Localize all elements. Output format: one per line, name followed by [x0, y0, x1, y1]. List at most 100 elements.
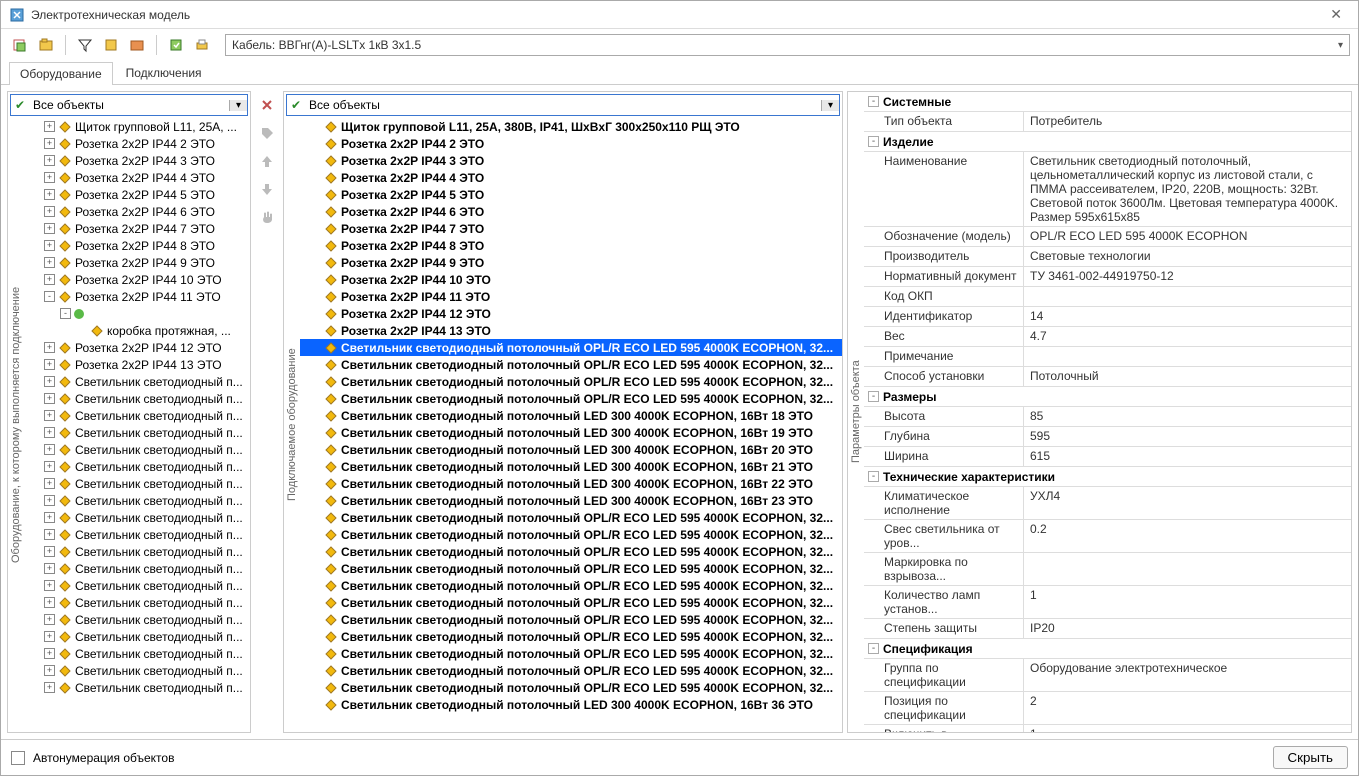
tree-row[interactable]: +Розетка 2x2P IP44 12 ЭТО	[24, 339, 250, 356]
prop-row[interactable]: Климатическое исполнениеУХЛ4	[864, 487, 1351, 520]
prop-value[interactable]: OPL/R ECO LED 595 4000K ECOPHON	[1024, 227, 1351, 246]
prop-value[interactable]: 4.7	[1024, 327, 1351, 346]
prop-value[interactable]: Светильник светодиодный потолочный, цель…	[1024, 152, 1351, 226]
tree-row[interactable]: +Розетка 2x2P IP44 3 ЭТО	[24, 152, 250, 169]
prop-row[interactable]: Позиция по спецификации2	[864, 692, 1351, 725]
left-tree[interactable]: +Щиток групповой L11, 25A, ...+Розетка 2…	[24, 118, 250, 732]
tab-equipment[interactable]: Оборудование	[9, 62, 113, 85]
expander-icon[interactable]: +	[44, 461, 55, 472]
prop-row[interactable]: Тип объектаПотребитель	[864, 112, 1351, 132]
cable-combo[interactable]: Кабель: ВВГнг(А)-LSLTx 1кВ 3x1.5 ▾	[225, 34, 1350, 56]
prop-row[interactable]: Обозначение (модель)OPL/R ECO LED 595 40…	[864, 227, 1351, 247]
prop-row[interactable]: Способ установкиПотолочный	[864, 367, 1351, 387]
tree-row[interactable]: +Светильник светодиодный п...	[24, 679, 250, 696]
tree-row[interactable]: +Розетка 2x2P IP44 9 ЭТО	[24, 254, 250, 271]
tree-row[interactable]: Светильник светодиодный потолочный OPL/R…	[300, 611, 842, 628]
tree-row[interactable]: +Розетка 2x2P IP44 4 ЭТО	[24, 169, 250, 186]
prop-value[interactable]: 615	[1024, 447, 1351, 466]
tree-row[interactable]: Розетка 2x2P IP44 12 ЭТО	[300, 305, 842, 322]
collapse-icon[interactable]: -	[868, 96, 879, 107]
tree-row[interactable]: коробка протяжная, ...	[24, 322, 250, 339]
prop-value[interactable]: УХЛ4	[1024, 487, 1351, 519]
expander-icon[interactable]: +	[44, 257, 55, 268]
tree-row[interactable]: Светильник светодиодный потолочный LED 3…	[300, 492, 842, 509]
expander-icon[interactable]: +	[44, 427, 55, 438]
tree-row[interactable]: Светильник светодиодный потолочный LED 3…	[300, 475, 842, 492]
tb-btn-3[interactable]	[100, 34, 122, 56]
expander-icon[interactable]: +	[44, 546, 55, 557]
tree-row[interactable]: +Розетка 2x2P IP44 2 ЭТО	[24, 135, 250, 152]
prop-row[interactable]: Нормативный документТУ 3461-002-44919750…	[864, 267, 1351, 287]
left-filter-combo[interactable]: ✔ Все объекты ▾	[10, 94, 248, 116]
prop-row[interactable]: Высота85	[864, 407, 1351, 427]
expander-icon[interactable]: +	[44, 682, 55, 693]
tree-row[interactable]: Светильник светодиодный потолочный OPL/R…	[300, 662, 842, 679]
expander-icon[interactable]: +	[44, 359, 55, 370]
tree-row[interactable]: +Светильник светодиодный п...	[24, 560, 250, 577]
collapse-icon[interactable]: -	[868, 391, 879, 402]
tree-row[interactable]: +Светильник светодиодный п...	[24, 441, 250, 458]
prop-value[interactable]: 1	[1024, 586, 1351, 618]
tree-row[interactable]: +Светильник светодиодный п...	[24, 662, 250, 679]
prop-value[interactable]: ТУ 3461-002-44919750-12	[1024, 267, 1351, 286]
tb-btn-1[interactable]	[9, 34, 31, 56]
tree-row[interactable]: +Светильник светодиодный п...	[24, 594, 250, 611]
tree-row[interactable]: +Розетка 2x2P IP44 5 ЭТО	[24, 186, 250, 203]
tree-row[interactable]: Светильник светодиодный потолочный LED 3…	[300, 424, 842, 441]
tree-row[interactable]: Розетка 2x2P IP44 6 ЭТО	[300, 203, 842, 220]
prop-row[interactable]: Включить в спецификацию1	[864, 725, 1351, 732]
expander-icon[interactable]: +	[44, 172, 55, 183]
arrow-down-icon[interactable]	[257, 179, 277, 199]
prop-row[interactable]: Количество ламп установ...1	[864, 586, 1351, 619]
tree-row[interactable]: Розетка 2x2P IP44 9 ЭТО	[300, 254, 842, 271]
tree-row[interactable]: +Розетка 2x2P IP44 7 ЭТО	[24, 220, 250, 237]
expander-icon[interactable]: +	[44, 240, 55, 251]
tree-row[interactable]: Розетка 2x2P IP44 11 ЭТО	[300, 288, 842, 305]
expander-icon[interactable]: +	[44, 121, 55, 132]
tb-btn-filter[interactable]	[74, 34, 96, 56]
hide-button[interactable]: Скрыть	[1273, 746, 1349, 769]
tree-row[interactable]: +Светильник светодиодный п...	[24, 407, 250, 424]
prop-row[interactable]: Примечание	[864, 347, 1351, 367]
tree-row[interactable]: +Светильник светодиодный п...	[24, 373, 250, 390]
tree-row[interactable]: Светильник светодиодный потолочный OPL/R…	[300, 645, 842, 662]
tree-row[interactable]: Светильник светодиодный потолочный OPL/R…	[300, 628, 842, 645]
tree-row[interactable]: -	[24, 305, 250, 322]
tree-row[interactable]: Розетка 2x2P IP44 10 ЭТО	[300, 271, 842, 288]
tree-row[interactable]: +Светильник светодиодный п...	[24, 492, 250, 509]
expander-icon[interactable]: +	[44, 597, 55, 608]
collapse-icon[interactable]: -	[868, 471, 879, 482]
prop-row[interactable]: НаименованиеСветильник светодиодный пото…	[864, 152, 1351, 227]
prop-value[interactable]: Световые технологии	[1024, 247, 1351, 266]
tree-row[interactable]: +Светильник светодиодный п...	[24, 475, 250, 492]
tree-row[interactable]: Розетка 2x2P IP44 2 ЭТО	[300, 135, 842, 152]
prop-row[interactable]: Глубина595	[864, 427, 1351, 447]
tree-row[interactable]: Розетка 2x2P IP44 5 ЭТО	[300, 186, 842, 203]
expander-icon[interactable]: +	[44, 393, 55, 404]
prop-value[interactable]	[1024, 553, 1351, 585]
tree-row[interactable]: Светильник светодиодный потолочный OPL/R…	[300, 339, 842, 356]
prop-group[interactable]: -Размеры	[864, 387, 1351, 407]
tree-row[interactable]: Светильник светодиодный потолочный OPL/R…	[300, 373, 842, 390]
hand-icon[interactable]	[257, 207, 277, 227]
expander-icon[interactable]: -	[60, 308, 71, 319]
tree-row[interactable]: Розетка 2x2P IP44 7 ЭТО	[300, 220, 842, 237]
expander-icon[interactable]: +	[44, 563, 55, 574]
expander-icon[interactable]: +	[44, 155, 55, 166]
tree-row[interactable]: Розетка 2x2P IP44 13 ЭТО	[300, 322, 842, 339]
expander-icon[interactable]: +	[44, 138, 55, 149]
tree-row[interactable]: Светильник светодиодный потолочный LED 3…	[300, 407, 842, 424]
tree-row[interactable]: +Светильник светодиодный п...	[24, 424, 250, 441]
tree-row[interactable]: Светильник светодиодный потолочный OPL/R…	[300, 679, 842, 696]
expander-icon[interactable]: +	[44, 614, 55, 625]
tree-row[interactable]: Светильник светодиодный потолочный LED 3…	[300, 441, 842, 458]
prop-row[interactable]: Свес светильника от уров...0.2	[864, 520, 1351, 553]
tree-row[interactable]: +Щиток групповой L11, 25A, ...	[24, 118, 250, 135]
tb-btn-5[interactable]	[165, 34, 187, 56]
tree-row[interactable]: Светильник светодиодный потолочный OPL/R…	[300, 577, 842, 594]
expander-icon[interactable]: +	[44, 342, 55, 353]
expander-icon[interactable]: +	[44, 444, 55, 455]
tree-row[interactable]: Розетка 2x2P IP44 8 ЭТО	[300, 237, 842, 254]
expander-icon[interactable]: +	[44, 223, 55, 234]
tree-row[interactable]: +Светильник светодиодный п...	[24, 526, 250, 543]
